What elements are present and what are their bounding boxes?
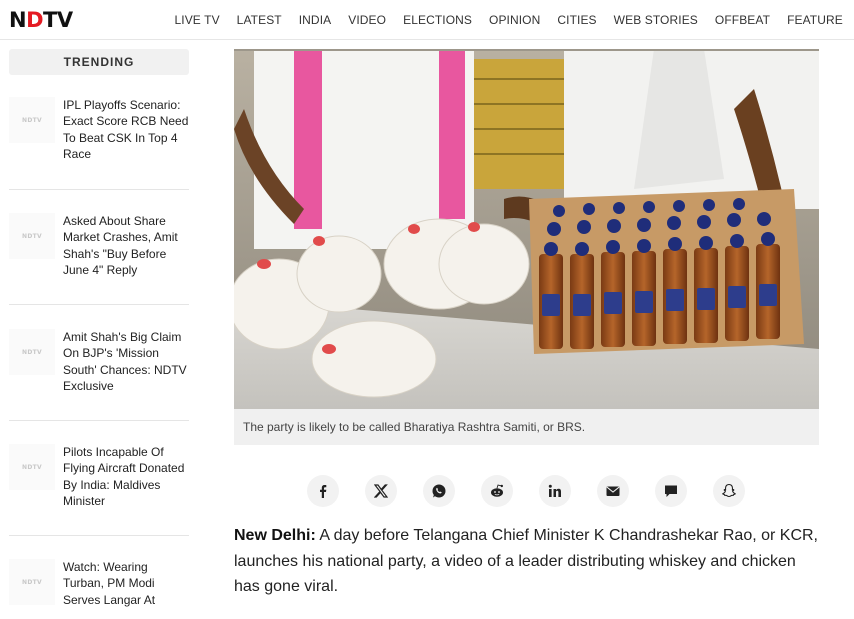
thumbnail-placeholder: NDTV: [9, 329, 55, 375]
trending-item[interactable]: NDTV Pilots Incapable Of Flying Aircraft…: [9, 444, 189, 536]
linkedin-icon[interactable]: [539, 475, 571, 507]
nav-live-tv[interactable]: LIVE TV: [175, 13, 220, 27]
nav-offbeat[interactable]: OFFBEAT: [715, 13, 770, 27]
x-icon[interactable]: [365, 475, 397, 507]
nav-opinion[interactable]: OPINION: [489, 13, 540, 27]
nav-latest[interactable]: LATEST: [237, 13, 282, 27]
email-icon[interactable]: [597, 475, 629, 507]
trending-item-title[interactable]: Amit Shah's Big Claim On BJP's 'Mission …: [63, 329, 191, 394]
whatsapp-icon[interactable]: [423, 475, 455, 507]
main-nav: LIVE TV LATEST INDIA VIDEO ELECTIONS OPI…: [166, 0, 854, 40]
nav-india[interactable]: INDIA: [299, 13, 332, 27]
trending-item-title[interactable]: Pilots Incapable Of Flying Aircraft Dona…: [63, 444, 191, 509]
article-paragraph: A day before Telangana Chief Minister K …: [234, 527, 818, 595]
facebook-icon[interactable]: [307, 475, 339, 507]
trending-heading: TRENDING: [9, 49, 189, 75]
trending-item[interactable]: NDTV Asked About Share Market Crashes, A…: [9, 213, 189, 305]
nav-elections[interactable]: ELECTIONS: [403, 13, 472, 27]
trending-item[interactable]: NDTV Watch: Wearing Turban, PM Modi Serv…: [9, 559, 189, 619]
trending-item-title[interactable]: Asked About Share Market Crashes, Amit S…: [63, 213, 191, 278]
thumbnail-placeholder: NDTV: [9, 444, 55, 490]
nav-cities[interactable]: CITIES: [557, 13, 596, 27]
ndtv-logo[interactable]: NDTV: [9, 9, 73, 31]
dateline: New Delhi:: [234, 527, 316, 544]
trending-item-title[interactable]: IPL Playoffs Scenario: Exact Score RCB N…: [63, 97, 191, 162]
nav-video[interactable]: VIDEO: [348, 13, 386, 27]
article-body: New Delhi: A day before Telangana Chief …: [234, 523, 819, 600]
trending-item[interactable]: NDTV Amit Shah's Big Claim On BJP's 'Mis…: [9, 329, 189, 421]
article-hero-image: [234, 49, 819, 409]
thumbnail-placeholder: NDTV: [9, 213, 55, 259]
thumbnail-placeholder: NDTV: [9, 97, 55, 143]
reddit-icon[interactable]: [481, 475, 513, 507]
snapchat-icon[interactable]: [713, 475, 745, 507]
thumbnail-placeholder: NDTV: [9, 559, 55, 605]
trending-item-title[interactable]: Watch: Wearing Turban, PM Modi Serves La…: [63, 559, 191, 608]
image-caption: The party is likely to be called Bharati…: [234, 409, 819, 445]
trending-item[interactable]: NDTV IPL Playoffs Scenario: Exact Score …: [9, 97, 189, 190]
comment-icon[interactable]: [655, 475, 687, 507]
nav-web-stories[interactable]: WEB STORIES: [614, 13, 698, 27]
nav-feature[interactable]: FEATURE: [787, 13, 843, 27]
trending-sidebar: TRENDING NDTV IPL Playoffs Scenario: Exa…: [9, 49, 189, 607]
share-bar: [307, 475, 747, 507]
site-header: NDTV LIVE TV LATEST INDIA VIDEO ELECTION…: [0, 0, 854, 40]
